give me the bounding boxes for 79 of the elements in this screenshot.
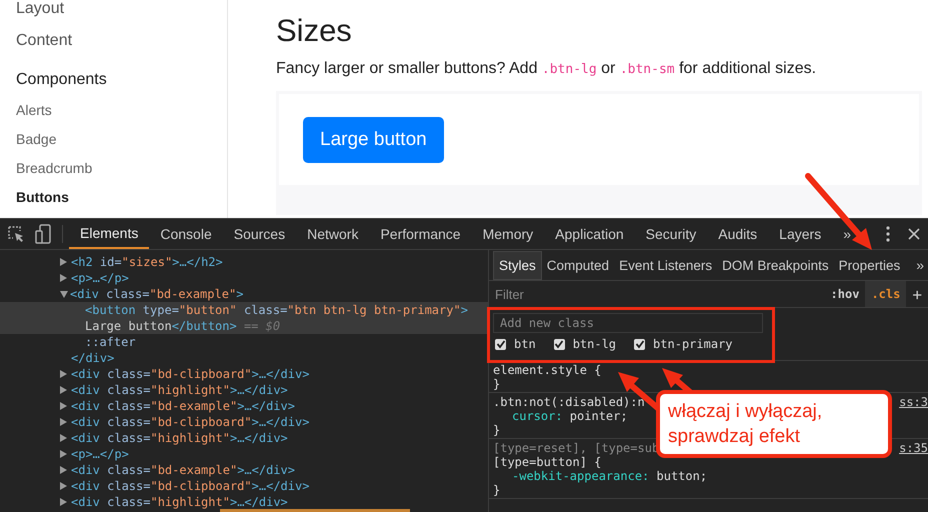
checkbox[interactable] — [495, 338, 506, 350]
paragraph: Fancy larger or smaller buttons? Add .btn-lg or .btn-sm for additional sizes. — [276, 59, 818, 79]
devtools-tab[interactable]: Layers — [768, 220, 832, 248]
dom-node-line[interactable]: <div class="bd-clipboard">…</div> — [71, 367, 310, 381]
dom-node-line[interactable]: <div class="bd-example"> — [70, 287, 244, 301]
filter-field[interactable]: Filter — [489, 286, 825, 302]
closing-brace: } — [493, 483, 500, 497]
devtools-tab[interactable]: Console — [149, 220, 223, 248]
more-tabs-button[interactable]: » — [832, 220, 862, 248]
expand-toggle-icon[interactable] — [60, 434, 67, 442]
checkbox[interactable] — [634, 338, 646, 350]
expand-toggle-icon[interactable] — [60, 450, 67, 458]
styles-tab[interactable]: Computed — [542, 250, 614, 280]
sidebar-link[interactable]: Buttons — [16, 187, 227, 216]
expand-toggle-icon[interactable] — [60, 274, 67, 282]
expand-toggle-icon[interactable] — [60, 498, 67, 506]
dom-node-line[interactable]: <div class="highlight">…</div> — [71, 495, 288, 509]
scrollbar-thumb[interactable] — [220, 509, 410, 512]
sidebar-link[interactable]: Breadcrumb — [16, 158, 227, 187]
devtools-tab[interactable]: Audits — [707, 220, 768, 248]
dom-node-line[interactable]: <div class="highlight">…</div> — [71, 383, 288, 397]
devtools-tab[interactable]: Performance — [369, 220, 472, 248]
large-button[interactable]: Large button — [303, 117, 444, 163]
device-toolbar-icon[interactable] — [35, 224, 51, 244]
expand-toggle-icon[interactable] — [60, 402, 67, 410]
styles-tab[interactable]: Event Listeners — [614, 250, 718, 280]
hover-state-button[interactable]: :hov — [824, 281, 866, 307]
sidebar-heading: Components — [16, 70, 108, 90]
dom-node-line[interactable]: <p>…</p> — [71, 447, 129, 461]
css-declaration: cursor: pointer; — [511, 409, 628, 423]
expand-toggle-icon[interactable] — [60, 466, 67, 474]
styles-tab[interactable]: DOM Breakpoints — [717, 250, 834, 280]
expand-toggle-icon[interactable] — [60, 482, 67, 490]
expand-toggle-icon[interactable] — [60, 386, 67, 394]
dom-node-line[interactable]: <div class="bd-example">…</div> — [71, 399, 295, 413]
source-link[interactable]: s:35 — [899, 441, 928, 455]
closing-brace: } — [493, 423, 500, 437]
close-icon[interactable] — [908, 228, 920, 240]
dom-node-line[interactable]: <h2 id="sizes">…</h2> — [71, 255, 223, 269]
class-name: btn-lg — [572, 337, 616, 351]
dom-node-line[interactable]: <p>…</p> — [71, 271, 129, 285]
expand-toggle-icon[interactable] — [60, 418, 67, 426]
new-rule-button[interactable]: + — [906, 281, 928, 307]
styles-tab[interactable]: Styles — [493, 250, 542, 280]
source-link[interactable]: ss:3 — [899, 395, 928, 409]
css-selector: .btn:not(:disabled):n — [493, 395, 645, 409]
styles-tab[interactable]: Properties — [834, 250, 906, 280]
menu-icon[interactable] — [886, 226, 890, 242]
more-tabs-button[interactable]: » — [905, 250, 928, 280]
class-name: btn — [514, 337, 536, 351]
dom-node-line[interactable]: <div class="bd-example">…</div> — [71, 463, 295, 477]
css-declaration: -webkit-appearance: button; — [511, 469, 708, 483]
devtools-tab[interactable]: Memory — [472, 220, 544, 248]
devtools-tab[interactable]: Security — [634, 220, 708, 248]
class-name: btn-primary — [653, 337, 733, 351]
devtools-tab[interactable]: Elements — [69, 220, 150, 248]
css-selector: [type=button] { — [493, 455, 602, 469]
dom-node-line[interactable]: <div class="bd-clipboard">…</div> — [71, 415, 310, 429]
sidebar-link[interactable]: Badge — [16, 129, 227, 158]
dom-node-line[interactable]: </div> — [71, 351, 114, 365]
css-selector: element.style { — [493, 363, 602, 377]
inspect-icon[interactable] — [7, 225, 25, 243]
dom-node-line[interactable]: ::after — [85, 335, 136, 349]
section-title: Sizes — [276, 12, 353, 50]
expand-toggle-icon[interactable] — [60, 258, 67, 266]
class-toggle-button[interactable]: .cls — [865, 281, 906, 307]
annotation-callout: włączaj i wyłączaj, sprawdzaj efekt — [656, 390, 892, 458]
devtools-tab[interactable]: Sources — [222, 220, 296, 248]
dom-node-line[interactable]: <div class="highlight">…</div> — [71, 431, 288, 445]
expand-toggle-icon[interactable] — [60, 370, 67, 378]
sidebar-link[interactable]: Layout — [16, 0, 227, 30]
sidebar-link[interactable]: Alerts — [16, 100, 227, 129]
devtools-tab[interactable]: Network — [296, 220, 370, 248]
sidebar-link[interactable]: Content — [16, 30, 227, 62]
checkbox[interactable] — [554, 338, 565, 350]
add-class-field[interactable]: Add new class — [493, 313, 763, 333]
devtools-tab[interactable]: Application — [544, 220, 635, 248]
closing-brace: } — [493, 377, 500, 391]
dom-node-line[interactable]: <div class="bd-clipboard">…</div> — [71, 479, 310, 493]
